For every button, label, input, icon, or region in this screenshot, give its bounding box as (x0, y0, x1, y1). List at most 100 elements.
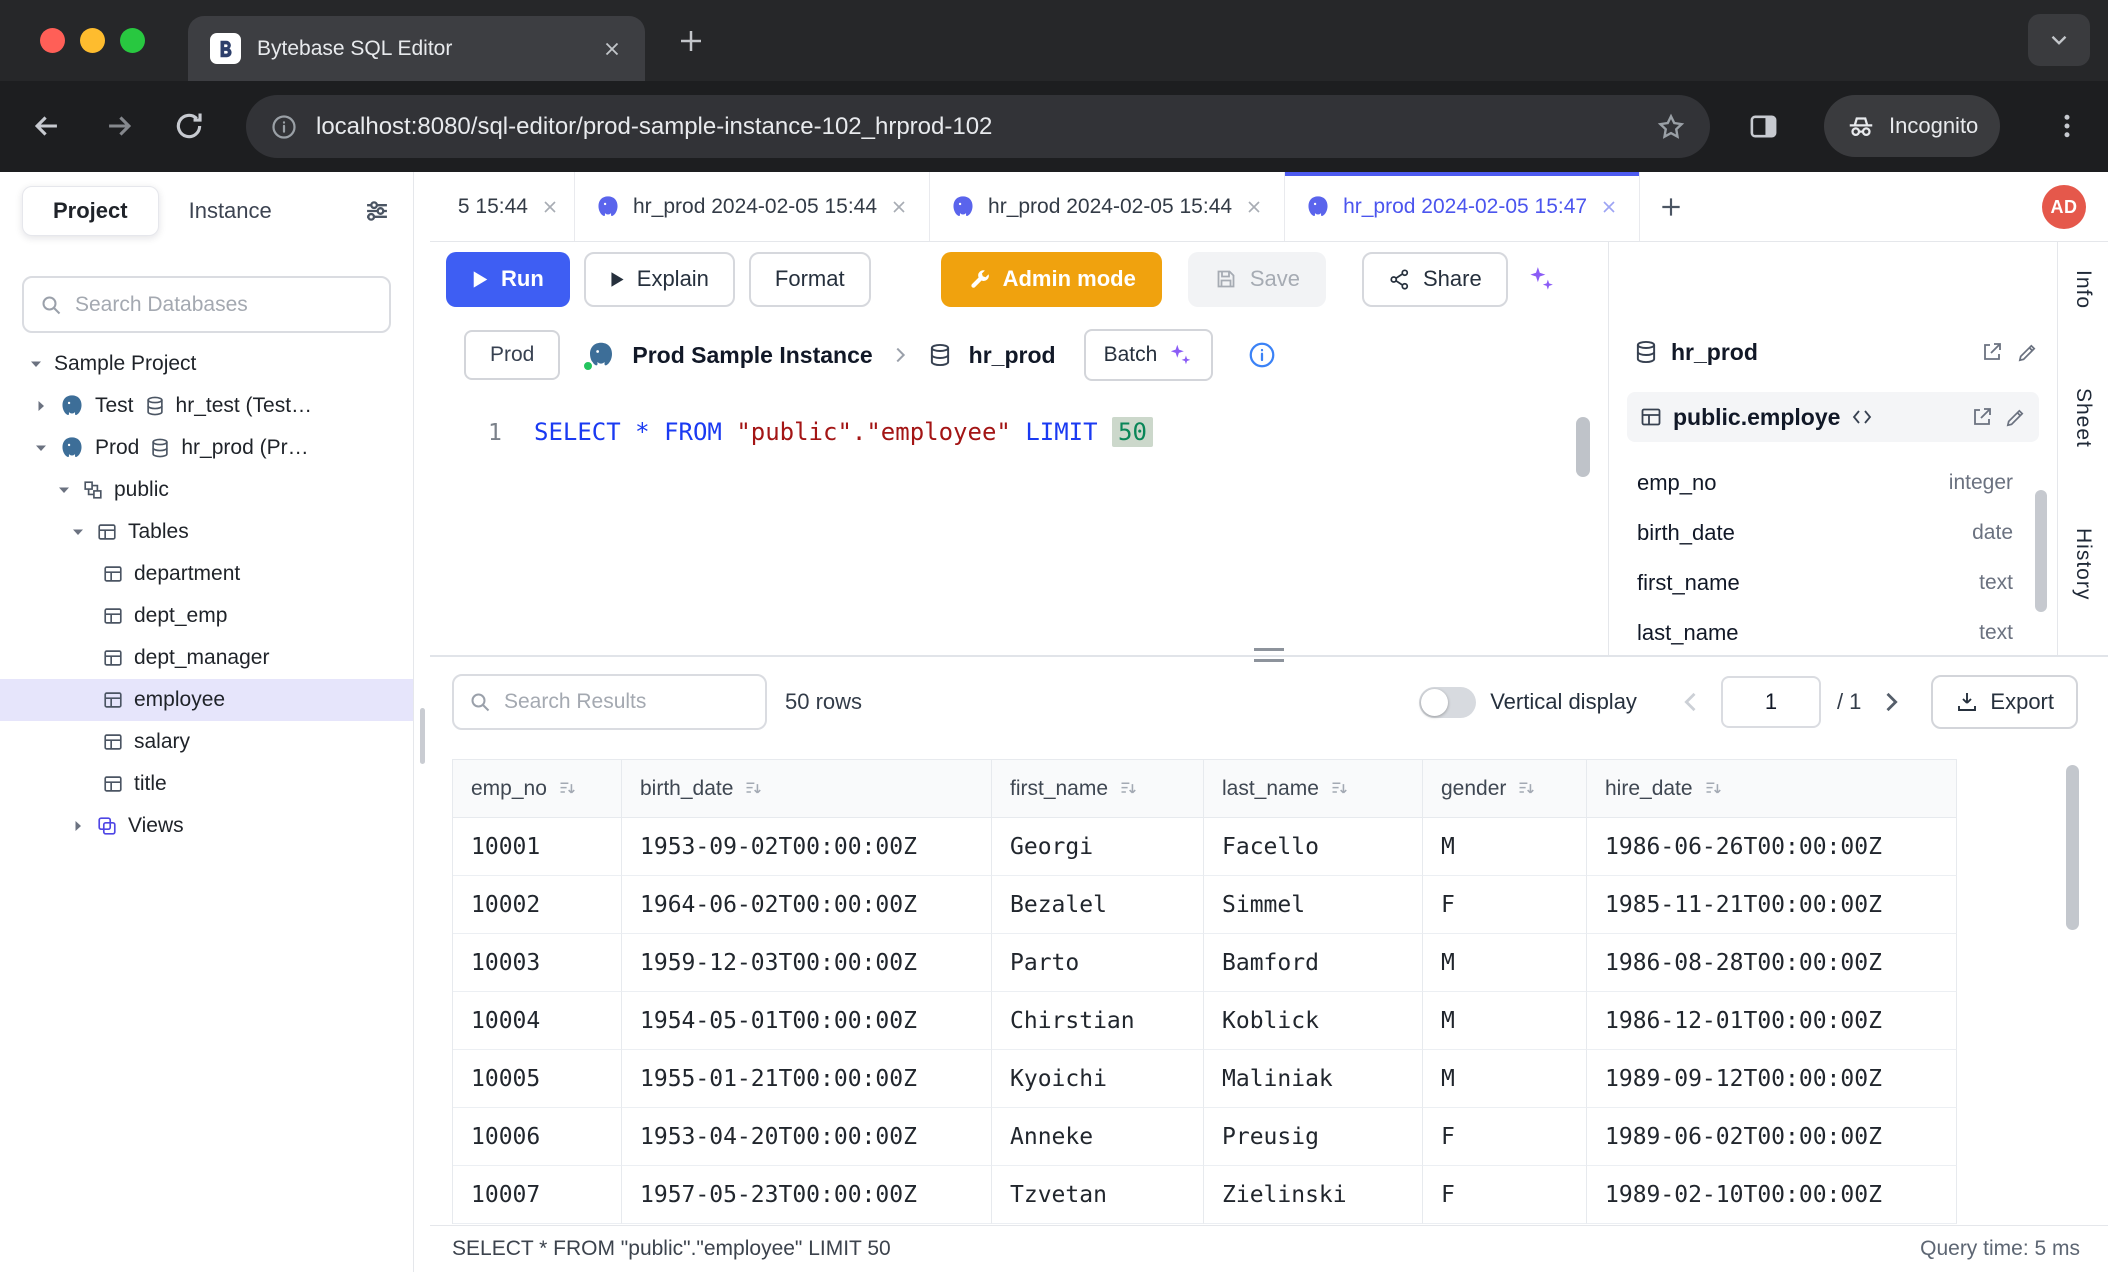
tree-item-table-title[interactable]: title (0, 763, 413, 805)
tab-close-icon[interactable] (540, 197, 560, 217)
window-close-button[interactable] (40, 28, 65, 53)
tab-close-icon[interactable] (889, 197, 909, 217)
tree-item-schema-public[interactable]: public (0, 469, 413, 511)
prev-page-icon[interactable] (1677, 688, 1705, 716)
code-icon[interactable] (1850, 405, 1874, 429)
run-button[interactable]: Run (446, 252, 570, 307)
page-number-input[interactable] (1721, 676, 1821, 728)
external-link-icon[interactable] (1970, 405, 1994, 429)
tab-search-button[interactable] (2028, 14, 2090, 66)
tree-item-sample-project[interactable]: Sample Project (0, 343, 413, 385)
database-search-input[interactable] (75, 293, 374, 317)
caret-down-icon[interactable] (33, 440, 49, 456)
site-info-icon[interactable] (270, 113, 298, 141)
bookmark-star-icon[interactable] (1656, 112, 1686, 142)
results-search[interactable] (452, 674, 767, 730)
column-row[interactable]: last_name text (1637, 608, 2013, 655)
splitter-handle[interactable] (1254, 648, 1284, 662)
vertical-display-toggle[interactable] (1419, 687, 1476, 718)
tab-close-icon[interactable] (1599, 197, 1619, 217)
sort-icon[interactable] (1118, 778, 1139, 799)
table-row[interactable]: 10006 1953-04-20T00:00:00Z Anneke Preusi… (453, 1108, 1956, 1166)
export-button[interactable]: Export (1931, 675, 2078, 729)
browser-menu-icon[interactable] (2052, 111, 2082, 141)
column-row[interactable]: emp_no integer (1637, 458, 2013, 508)
column-header-last_name[interactable]: last_name (1204, 759, 1423, 818)
database-search[interactable] (22, 276, 391, 333)
browser-tab-close-icon[interactable] (601, 38, 623, 60)
user-avatar[interactable]: AD (2042, 185, 2086, 229)
back-button[interactable] (30, 109, 64, 143)
forward-button[interactable] (102, 109, 136, 143)
sort-icon[interactable] (1516, 778, 1537, 799)
explain-button[interactable]: Explain (584, 252, 735, 307)
tree-item-test-instance[interactable]: Test hr_test (Test… (0, 385, 413, 427)
schema-table-row[interactable]: public.employe (1627, 392, 2039, 442)
caret-right-icon[interactable] (33, 398, 49, 414)
new-tab-button[interactable] (676, 26, 706, 56)
sort-icon[interactable] (1329, 778, 1350, 799)
results-search-input[interactable] (504, 690, 751, 714)
reload-button[interactable] (172, 109, 206, 143)
rail-tab-history[interactable]: History (2071, 528, 2095, 600)
table-row[interactable]: 10005 1955-01-21T00:00:00Z Kyoichi Malin… (453, 1050, 1956, 1108)
side-panel-icon[interactable] (1748, 111, 1779, 142)
sort-icon[interactable] (743, 778, 764, 799)
format-button[interactable]: Format (749, 252, 871, 307)
editor-tab-2[interactable]: hr_prod 2024-02-05 15:44 (575, 172, 930, 241)
environment-chip[interactable]: Prod (464, 330, 560, 380)
caret-right-icon[interactable] (70, 818, 86, 834)
tree-settings-icon[interactable] (363, 197, 391, 225)
rail-tab-sheet[interactable]: Sheet (2071, 388, 2095, 448)
tab-instance[interactable]: Instance (189, 198, 272, 224)
save-button[interactable]: Save (1188, 252, 1326, 307)
results-scrollbar[interactable] (2066, 765, 2079, 930)
sidebar-resize-gutter[interactable] (414, 172, 430, 1272)
next-page-icon[interactable] (1877, 688, 1905, 716)
edit-pencil-icon[interactable] (2016, 341, 2039, 364)
edit-pencil-icon[interactable] (2004, 406, 2027, 429)
column-row[interactable]: birth_date date (1637, 508, 2013, 558)
sort-icon[interactable] (557, 778, 578, 799)
table-row[interactable]: 10004 1954-05-01T00:00:00Z Chirstian Kob… (453, 992, 1956, 1050)
sql-editor[interactable]: 1 SELECT * FROM "public"."employee" LIMI… (430, 394, 1608, 655)
schema-scrollbar[interactable] (2035, 490, 2047, 612)
resize-handle[interactable] (420, 708, 425, 764)
ai-sparkles-icon[interactable] (1526, 264, 1556, 294)
column-header-hire_date[interactable]: hire_date (1587, 759, 1957, 818)
rail-tab-info[interactable]: Info (2071, 270, 2095, 309)
batch-button[interactable]: Batch (1084, 329, 1214, 381)
window-zoom-button[interactable] (120, 28, 145, 53)
tab-project[interactable]: Project (22, 186, 159, 236)
instance-name[interactable]: Prod Sample Instance (632, 342, 872, 369)
tree-item-views-group[interactable]: Views (0, 805, 413, 847)
column-header-gender[interactable]: gender (1423, 759, 1587, 818)
column-header-birth_date[interactable]: birth_date (622, 759, 992, 818)
external-link-icon[interactable] (1980, 340, 2004, 364)
tree-item-table-dept_emp[interactable]: dept_emp (0, 595, 413, 637)
admin-mode-button[interactable]: Admin mode (941, 252, 1162, 307)
table-row[interactable]: 10007 1957-05-23T00:00:00Z Tzvetan Zieli… (453, 1166, 1956, 1224)
connection-info-icon[interactable] (1247, 340, 1277, 370)
url-bar[interactable]: localhost:8080/sql-editor/prod-sample-in… (246, 95, 1710, 158)
sql-code-line[interactable]: SELECT * FROM "public"."employee" LIMIT … (534, 418, 1153, 446)
tree-item-table-salary[interactable]: salary (0, 721, 413, 763)
tree-item-tables-group[interactable]: Tables (0, 511, 413, 553)
table-row[interactable]: 10002 1964-06-02T00:00:00Z Bezalel Simme… (453, 876, 1956, 934)
tree-item-table-department[interactable]: department (0, 553, 413, 595)
caret-down-icon[interactable] (70, 524, 86, 540)
database-name[interactable]: hr_prod (969, 342, 1056, 369)
table-row[interactable]: 10001 1953-09-02T00:00:00Z Georgi Facell… (453, 818, 1956, 876)
share-button[interactable]: Share (1362, 252, 1508, 307)
tree-item-prod-instance[interactable]: Prod hr_prod (Pr… (0, 427, 413, 469)
new-query-tab-button[interactable] (1640, 172, 1702, 241)
tree-item-table-dept_manager[interactable]: dept_manager (0, 637, 413, 679)
column-header-emp_no[interactable]: emp_no (453, 759, 622, 818)
window-minimize-button[interactable] (80, 28, 105, 53)
column-header-first_name[interactable]: first_name (992, 759, 1204, 818)
editor-scrollbar[interactable] (1576, 417, 1590, 477)
editor-tab-3[interactable]: hr_prod 2024-02-05 15:44 (930, 172, 1285, 241)
sort-icon[interactable] (1703, 778, 1724, 799)
browser-tab[interactable]: Bytebase SQL Editor (188, 16, 645, 81)
caret-down-icon[interactable] (28, 356, 44, 372)
